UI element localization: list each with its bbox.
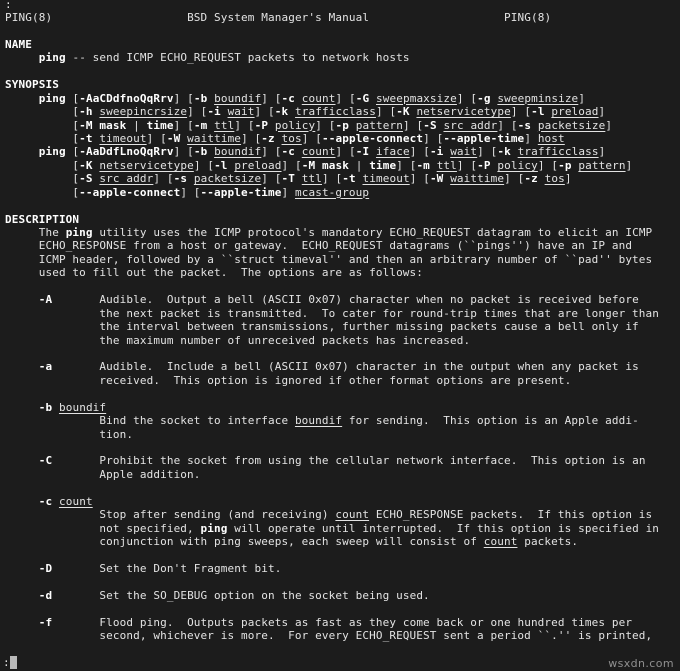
text-cursor [9,656,17,669]
description-para-line4: used to fill out the packet. The options… [5,266,424,280]
terminal-window[interactable]: : PING(8) BSD System Manager's Manual PI… [0,0,680,671]
section-heading-name: NAME [5,37,32,51]
option-entry-D: -D Set the Don't Fragment bit. [38,561,282,575]
manpage-header: PING(8) BSD System Manager's Manual PING… [0,11,680,24]
option-entry-C: -C Prohibit the socket from using the ce… [38,454,646,468]
synopsis-command-1: ping [38,91,66,105]
section-heading-synopsis: SYNOPSIS [5,78,59,92]
header-gap-right [369,11,504,24]
description-para-line3: ICMP header, followed by a ``struct time… [5,252,653,266]
synopsis-command-2: ping [38,145,66,159]
synopsis-block1-line3: [-M mask | time] [-m ttl] [-P policy] [-… [5,118,613,132]
description-para-line2: ECHO_RESPONSE from a host or gateway. EC… [5,239,633,253]
option-c-text-line1: Stop after sending (and receiving) count… [5,508,653,522]
name-body: ping -- send ICMP ECHO_REQUEST packets t… [0,51,680,64]
manpage-header-center: BSD System Manager's Manual [187,11,370,24]
synopsis-block1-line4: [-t timeout] [-W waittime] [-z tos] [--a… [5,131,565,145]
synopsis-block2-line3: [-S src_addr] [-s packetsize] [-T ttl] [… [5,172,572,186]
pager-prompt-colon: : [3,656,10,669]
option-f-text-line2: second, whichever is more. For every ECH… [5,629,653,643]
option-entry-f: -f Flood ping. Outputs packets as fast a… [38,615,633,629]
synopsis-block1-line2: [-h sweepincrsize] [-i wait] [-k traffic… [5,105,606,119]
option-c-text-line3: conjunction with ping sweeps, each sweep… [5,535,579,549]
option-A-text-line4: the maximum number of unreceived packets… [5,333,471,347]
option-flag-D: -D [38,561,53,575]
option-flag-f: -f [38,615,53,629]
option-flag-C: -C [38,454,53,468]
name-text: -- send ICMP ECHO_REQUEST packets to net… [65,51,410,65]
option-entry-d: -d Set the SO_DEBUG option on the socket… [38,588,430,602]
option-A-text-line3: the interval between transmissions, furt… [5,320,639,334]
section-heading-description: DESCRIPTION [5,212,80,226]
option-flag-b: -b [38,400,53,414]
name-command: ping [38,51,66,65]
option-entry-A: -A Audible. Output a bell (ASCII 0x07) c… [38,293,639,307]
option-b-text-line2: tion. [5,427,134,441]
option-flag-c: -c [38,494,53,508]
description-para-line1: The ping utility uses the ICMP protocol'… [5,226,653,239]
pager-prompt[interactable]: : [3,656,17,669]
header-gap-left [52,11,187,24]
option-entry-a: -a Audible. Include a bell (ASCII 0x07) … [38,360,639,374]
option-entry-b: -b boundif [0,401,680,414]
watermark: wsxdn.com [608,656,674,670]
synopsis-block1-line1: ping [-AaCDdfnoQqRrv] [-b boundif] [-c c… [38,91,586,105]
manpage-header-left: PING(8) [5,11,53,24]
option-arg-count: count [58,494,93,508]
option-flag-A: -A [38,293,53,307]
option-flag-a: -a [38,360,53,374]
synopsis-block2-line2: [-K netservicetype] [-l preload] [-M mas… [5,158,633,172]
option-C-text-line2: Apple addition. [5,467,201,481]
option-flag-d: -d [38,588,53,602]
option-arg-boundif: boundif [58,400,107,414]
option-b-text-line1: Bind the socket to interface boundif for… [5,414,639,428]
name-indent [5,51,39,64]
option-entry-c: -c count [0,495,680,508]
option-A-text-line2: the next packet is transmitted. To cater… [5,306,660,320]
synopsis-block2-line4: [--apple-connect] [--apple-time] mcast-g… [5,185,370,199]
option-c-text-line2: not specified, ping will operate until i… [5,521,660,535]
synopsis-block2-line1: ping [-AaDdfLnoQqRrv] [-b boundif] [-c c… [38,145,606,159]
scrolled-pager-prompt: : [5,0,12,11]
option-a-text-line2: received. This option is ignored if othe… [5,373,572,387]
manpage-header-right: PING(8) [503,11,552,24]
